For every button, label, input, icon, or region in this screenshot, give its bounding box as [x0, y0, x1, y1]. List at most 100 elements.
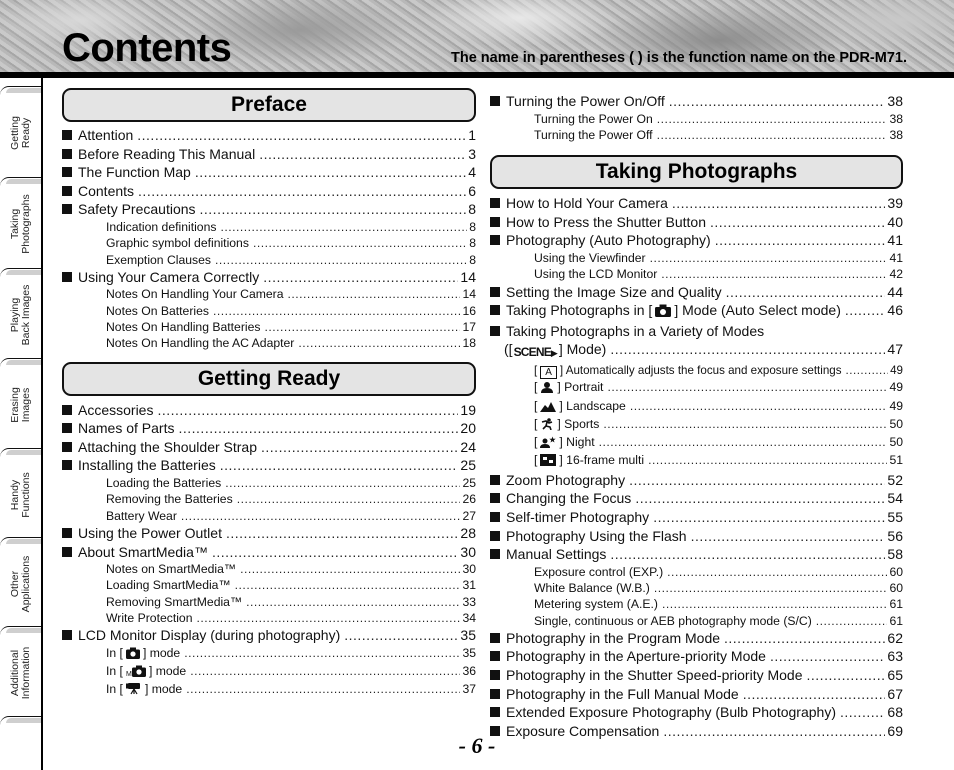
entry-label: Self-timer Photography [506, 508, 650, 525]
bullet-icon [62, 546, 72, 557]
entry-page: 8 [468, 201, 476, 218]
toc-subentry[interactable]: [] Night 50 [490, 434, 903, 452]
tab-other-applications[interactable]: Other Applications [0, 537, 41, 629]
toc-subentry[interactable]: Single, continuous or AEB photography mo… [490, 613, 903, 629]
toc-subentry[interactable]: Turning the Power Off 38 [490, 127, 903, 143]
toc-entry[interactable]: How to Press the Shutter Button 40 [490, 213, 903, 232]
toc-entry[interactable]: Self-timer Photography 55 [490, 508, 903, 527]
toc-entry[interactable]: About SmartMedia™ 30 [62, 543, 476, 562]
toc-subentry[interactable]: Using the Viewfinder 41 [490, 250, 903, 266]
toc-subentry[interactable]: Metering system (A.E.) 61 [490, 596, 903, 612]
toc-subentry[interactable]: White Balance (W.B.) 60 [490, 580, 903, 596]
toc-entry[interactable]: Photography Using the Flash 56 [490, 527, 903, 546]
toc-subentry[interactable]: Loading the Batteries 25 [62, 475, 476, 491]
leader-dots [196, 610, 460, 626]
toc-entry[interactable]: Photography in the Full Manual Mode 67 [490, 685, 903, 704]
toc-subentry[interactable]: [] Sports 50 [490, 416, 903, 434]
toc-entry[interactable]: Manual Settings 58 [490, 545, 903, 564]
toc-entry[interactable]: Setting the Image Size and Quality 44 [490, 283, 903, 302]
entry-label: In [M] mode [106, 663, 186, 681]
toc-entry[interactable]: Changing the Focus 54 [490, 489, 903, 508]
entry-page: 49 [890, 363, 903, 377]
bullet-icon [62, 271, 72, 282]
toc-subentry[interactable]: [] Portrait 49 [490, 379, 903, 397]
toc-entry[interactable]: Photography in the Aperture-priority Mod… [490, 647, 903, 666]
toc-subentry[interactable]: Notes On Handling the AC Adapter 18 [62, 335, 476, 351]
leader-dots [157, 401, 458, 420]
manual-camera-icon: M [126, 665, 146, 681]
tab-playing-back-images[interactable]: Playing Back Images [0, 268, 41, 360]
toc-entry[interactable]: Zoom Photography 52 [490, 471, 903, 490]
entry-page: 56 [887, 527, 903, 544]
toc-entry[interactable]: The Function Map 4 [62, 163, 476, 182]
toc-subentry[interactable]: Graphic symbol definitions 8 [62, 235, 476, 251]
toc-entry[interactable]: LCD Monitor Display (during photography)… [62, 626, 476, 645]
bullet-icon [62, 423, 72, 434]
entry-label: Using the LCD Monitor [534, 267, 658, 282]
toc-subentry[interactable]: Loading SmartMedia™ 31 [62, 577, 476, 593]
entry-page: 30 [462, 562, 476, 577]
toc-subentry[interactable]: Turning the Power On 38 [490, 111, 903, 127]
leader-dots [610, 340, 885, 359]
toc-subentry[interactable]: Using the LCD Monitor 42 [490, 266, 903, 282]
toc-entry[interactable]: Contents 6 [62, 182, 476, 201]
entry-label: Before Reading This Manual [78, 145, 256, 162]
toc-entry[interactable]: Taking Photographs in a Variety of Modes [490, 322, 903, 341]
entry-page: 51 [889, 453, 903, 468]
leader-dots [840, 703, 885, 722]
toc-entry[interactable]: Photography in the Shutter Speed-priorit… [490, 666, 903, 685]
entry-label: How to Press the Shutter Button [506, 213, 706, 230]
toc-entry[interactable]: Extended Exposure Photography (Bulb Phot… [490, 703, 903, 722]
toc-subentry[interactable]: [] Landscape 49 [490, 398, 903, 416]
toc-entry[interactable]: Before Reading This Manual 3 [62, 145, 476, 164]
toc-entry[interactable]: Installing the Batteries 25 [62, 456, 476, 475]
toc-entry[interactable]: Names of Parts 20 [62, 419, 476, 438]
toc-entry[interactable]: Safety Precautions 8 [62, 200, 476, 219]
leader-dots [261, 438, 458, 457]
entry-label: Notes On Handling the AC Adapter [106, 336, 295, 351]
toc-subentry[interactable]: Exposure control (EXP.) 60 [490, 564, 903, 580]
entry-page: 8 [469, 236, 476, 251]
toc-subentry[interactable]: Battery Wear 27 [62, 508, 476, 524]
toc-subentry[interactable]: Notes On Batteries 16 [62, 303, 476, 319]
leader-dots [184, 645, 460, 661]
toc-entry[interactable]: Attaching the Shoulder Strap 24 [62, 438, 476, 457]
leader-dots [288, 286, 461, 302]
leader-dots [253, 235, 467, 251]
entry-page: 14 [462, 287, 476, 302]
toc-entry[interactable]: Photography (Auto Photography) 41 [490, 231, 903, 250]
toc-entry-continuation[interactable]: ([SCENE▶] Mode) 47 [490, 340, 903, 363]
toc-subentry[interactable]: Removing the Batteries 26 [62, 491, 476, 507]
toc-entry[interactable]: Using Your Camera Correctly 14 [62, 268, 476, 287]
toc-subentry[interactable]: In [] mode 35 [62, 645, 476, 663]
toc-entry[interactable]: How to Hold Your Camera 39 [490, 194, 903, 213]
toc-subentry[interactable]: Notes on SmartMedia™ 30 [62, 561, 476, 577]
entry-label: Loading SmartMedia™ [106, 578, 231, 593]
toc-subentry[interactable]: Write Protection 34 [62, 610, 476, 626]
tab-additional-information[interactable]: Additional Information [0, 626, 41, 718]
toc-subentry[interactable]: [A] Automatically adjusts the focus and … [490, 363, 903, 379]
tab-handy-functions[interactable]: Handy Functions [0, 448, 41, 540]
toc-subentry[interactable]: In [M] mode 36 [62, 663, 476, 681]
toc-subentry[interactable]: [] 16-frame multi 51 [490, 452, 903, 470]
toc-entry[interactable]: Accessories 19 [62, 401, 476, 420]
toc-subentry[interactable]: Removing SmartMedia™ 33 [62, 594, 476, 610]
tab-taking-photographs[interactable]: Taking Photographs [0, 177, 41, 269]
toc-subentry[interactable]: In [] mode 37 [62, 681, 476, 699]
entry-label: Using Your Camera Correctly [78, 268, 260, 285]
toc-entry[interactable]: Turning the Power On/Off 38 [490, 92, 903, 111]
toc-subentry[interactable]: Exemption Clauses 8 [62, 252, 476, 268]
toc-subentry[interactable]: Notes On Handling Your Camera 14 [62, 286, 476, 302]
toc-subentry[interactable]: Notes On Handling Batteries 17 [62, 319, 476, 335]
entry-label: Notes on SmartMedia™ [106, 562, 237, 577]
toc-entry[interactable]: Photography in the Program Mode 62 [490, 629, 903, 648]
toc-subentry[interactable]: Indication definitions 8 [62, 219, 476, 235]
toc-entry[interactable]: Taking Photographs in [] Mode (Auto Sele… [490, 301, 903, 322]
entry-page: 41 [887, 232, 903, 249]
toc-entry[interactable]: Using the Power Outlet 28 [62, 524, 476, 543]
entry-label: Changing the Focus [506, 490, 632, 507]
entry-label: Removing the Batteries [106, 492, 233, 507]
tab-getting-ready[interactable]: Getting Ready [0, 86, 41, 178]
tab-erasing-images[interactable]: Erasing Images [0, 358, 41, 450]
toc-entry[interactable]: Attention 1 [62, 126, 476, 145]
